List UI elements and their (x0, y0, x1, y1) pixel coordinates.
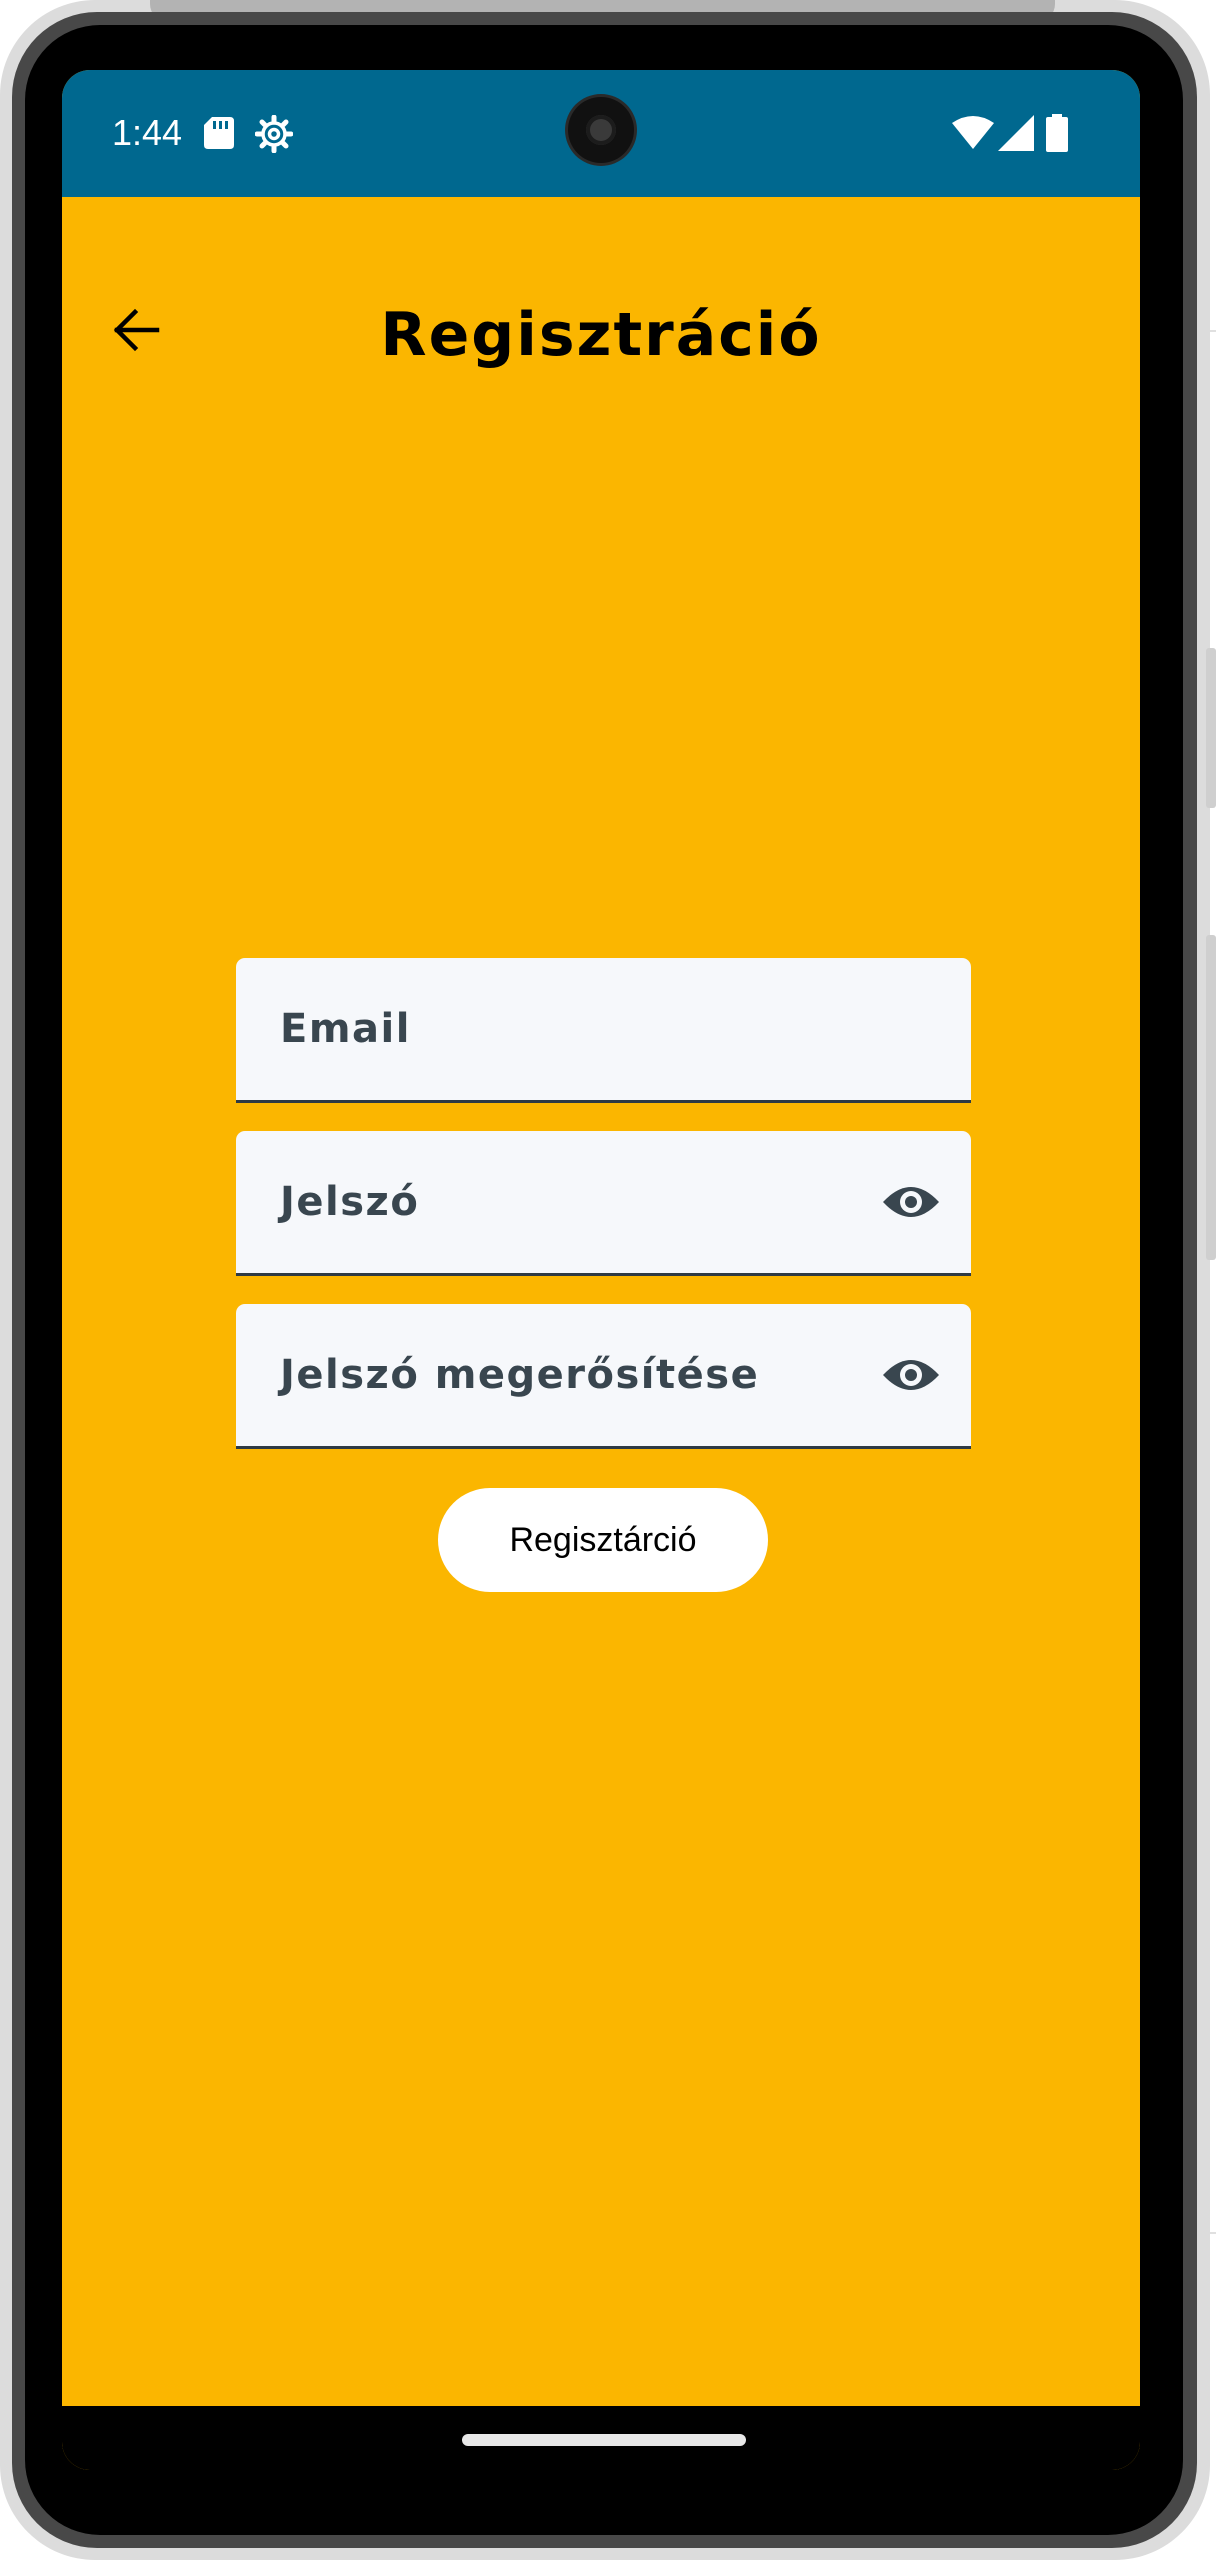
signal-icon (998, 115, 1034, 151)
email-field[interactable]: Email (236, 958, 975, 1103)
battery-icon (1046, 114, 1068, 152)
status-time: 1:44 (112, 112, 183, 153)
password-field[interactable]: Jelszó (236, 1131, 975, 1276)
phone-volume-button (1206, 648, 1216, 808)
email-label: Email (280, 1006, 411, 1052)
home-indicator[interactable] (462, 2434, 746, 2446)
sd-card-icon (204, 117, 234, 149)
phone-power-button (1206, 935, 1216, 1260)
password-label: Jelszó (280, 1179, 420, 1225)
register-button[interactable]: Regisztárció (438, 1488, 768, 1592)
gear-icon (255, 115, 293, 153)
confirm-password-field[interactable]: Jelszó megerősítése (236, 1304, 975, 1449)
app-screen: 1:44 Regisztráció Email Jelszó Jelszó me… (62, 70, 1140, 2470)
confirm-password-label: Jelszó megerősítése (280, 1352, 760, 1398)
eye-icon[interactable] (881, 1353, 941, 1397)
wifi-icon (952, 116, 994, 149)
status-bar: 1:44 (62, 70, 1140, 197)
front-camera (568, 97, 634, 163)
page-title: Regisztráció (380, 300, 822, 370)
eye-icon[interactable] (881, 1180, 941, 1224)
